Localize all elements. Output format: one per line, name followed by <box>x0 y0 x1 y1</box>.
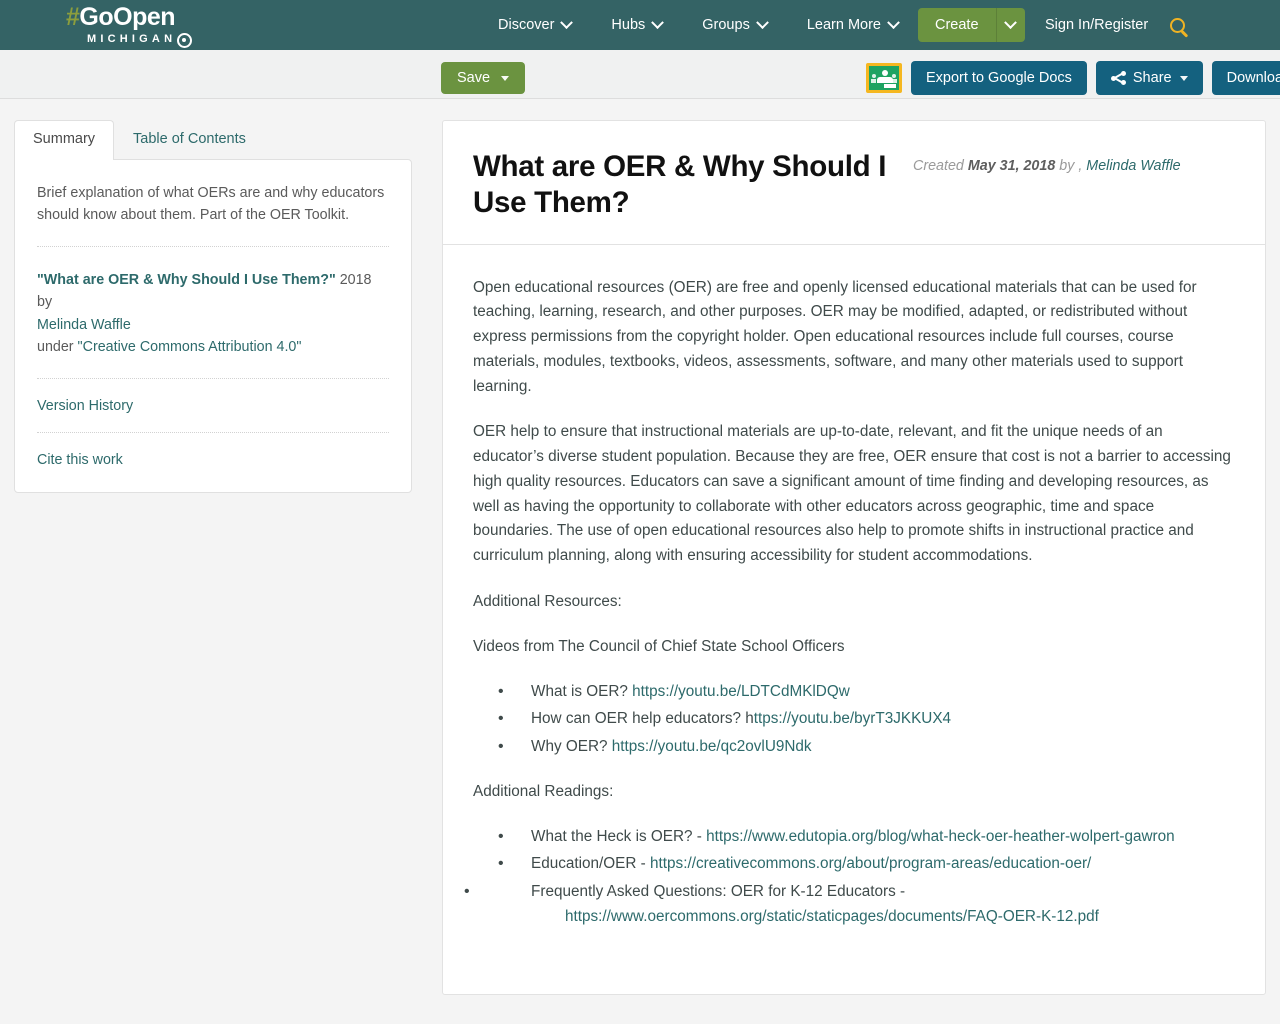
reading-link-3-url[interactable]: https://www.oercommons.org/static/static… <box>565 908 1099 925</box>
attribution-author-link[interactable]: Melinda Waffle <box>37 317 131 333</box>
create-button[interactable]: Create <box>918 8 996 42</box>
cite-this-work-row[interactable]: Cite this work <box>37 433 389 492</box>
attribution-title: "What are OER & Why Should I Use Them?" <box>37 272 336 289</box>
search-button[interactable] <box>1170 17 1185 33</box>
reading-link-2-url[interactable]: https://creativecommons.org/about/progra… <box>650 855 1091 872</box>
list-item: How can OER help educators? https://yout… <box>473 706 1235 732</box>
sidebar: Summary Table of Contents Brief explanat… <box>14 120 412 493</box>
reading-link-2-text: Education/OER - <box>531 855 651 873</box>
gc-head <box>882 70 888 76</box>
document-author-link[interactable]: Melinda Waffle <box>1086 158 1180 174</box>
list-item: Frequently Asked Questions: OER for K-12… <box>507 880 1235 930</box>
list-item: Education/OER - https://creativecommons.… <box>473 851 1235 877</box>
logo-subtitle: MICHIGAN <box>87 32 177 45</box>
tab-summary-label: Summary <box>33 131 96 147</box>
create-dropdown-toggle[interactable] <box>995 8 1025 42</box>
nav-item-learn-more-label: Learn More <box>806 17 881 33</box>
share-button[interactable]: Share <box>1095 61 1203 95</box>
gc-board <box>884 84 896 88</box>
video-links-list: What is OER? https://youtu.be/LDTCdMKlDQ… <box>473 679 1235 760</box>
search-icon <box>1170 17 1185 33</box>
paragraph-2: OER help to ensure that instructional ma… <box>473 423 1231 565</box>
paragraph-1: Open educational resources (OER) are fre… <box>473 278 1197 395</box>
tab-table-of-contents-label: Table of Contents <box>133 131 246 147</box>
additional-resources-heading: Additional Resources: <box>473 592 622 610</box>
download-button-label: Download <box>1226 70 1280 86</box>
additional-readings-heading: Additional Readings: <box>473 782 614 800</box>
reading-link-1-url[interactable]: https://www.edutopia.org/blog/what-heck-… <box>706 828 1175 845</box>
reading-links-list: What the Heck is OER? - https://www.edut… <box>473 824 1235 930</box>
video-link-2-text: How can OER help educators? h <box>531 710 754 728</box>
chevron-down-icon <box>651 15 665 29</box>
share-nodes-icon <box>1110 71 1126 85</box>
toolbar-actions: Export to Google Docs Share Download <box>866 61 1280 95</box>
page-title: What are OER & Why Should I Use Them? <box>473 150 887 220</box>
nav-item-hubs-label: Hubs <box>611 17 646 33</box>
summary-text: Brief explanation of what OERs are and w… <box>37 160 389 248</box>
export-button-label: Export to Google Docs <box>926 70 1072 86</box>
caret-down-icon <box>501 75 510 81</box>
sidebar-panel: Brief explanation of what OERs are and w… <box>14 159 412 493</box>
attribution-license-prefix: under <box>37 338 78 355</box>
video-link-3-text: Why OER? <box>531 738 612 756</box>
document-card: What are OER & Why Should I Use Them? Cr… <box>442 120 1266 995</box>
logo-wordmark: # GoOpen <box>66 2 192 31</box>
sidebar-tabs: Summary Table of Contents <box>14 120 412 160</box>
save-button-label: Save <box>457 70 491 86</box>
nav-item-learn-more[interactable]: Learn More <box>806 15 920 33</box>
top-navigation-bar: # GoOpen MICHIGAN Discover Hubs Groups Le… <box>0 0 1280 50</box>
nav-item-hubs[interactable]: Hubs <box>611 15 684 33</box>
target-icon <box>177 32 193 48</box>
document-byline: Created May 31, 2018 by , Melinda Waffle <box>913 149 1181 174</box>
nav-item-discover[interactable]: Discover <box>498 15 593 33</box>
videos-heading: Videos from The Council of Chief State S… <box>473 637 845 655</box>
sign-in-register-link[interactable]: Sign In/Register <box>1045 17 1148 33</box>
chevron-down-icon <box>1004 15 1017 29</box>
gc-body <box>877 77 893 83</box>
primary-nav: Discover Hubs Groups Learn More <box>498 15 938 33</box>
attribution-license-link[interactable]: "Creative Commons Attribution 4.0" <box>78 339 302 355</box>
reading-link-1-text: What the Heck is OER? - <box>531 827 707 845</box>
version-history-link[interactable]: Version History <box>37 398 133 414</box>
list-item: What is OER? https://youtu.be/LDTCdMKlDQ… <box>473 679 1235 705</box>
logo-hash: # <box>66 2 80 31</box>
by-label: by , <box>1055 158 1087 174</box>
version-history-row[interactable]: Version History <box>37 379 389 433</box>
chevron-down-icon <box>755 15 769 29</box>
video-link-1-url[interactable]: https://youtu.be/LDTCdMKlDQw <box>632 683 850 700</box>
tab-summary[interactable]: Summary <box>14 120 115 160</box>
download-button[interactable]: Download <box>1211 61 1280 95</box>
logo-subtitle-row: MICHIGAN <box>87 32 193 48</box>
gc-left-bar <box>871 79 876 83</box>
cite-this-work-link[interactable]: Cite this work <box>37 452 123 468</box>
created-date: May 31, 2018 <box>967 158 1056 174</box>
nav-item-groups[interactable]: Groups <box>702 15 789 33</box>
video-link-2-url[interactable]: ttps://youtu.be/byrT3JKKUX4 <box>754 710 951 727</box>
nav-item-groups-label: Groups <box>702 17 750 33</box>
tab-table-of-contents[interactable]: Table of Contents <box>114 120 265 159</box>
caret-down-icon <box>1179 75 1188 81</box>
chevron-down-icon <box>887 15 900 29</box>
save-button[interactable]: Save <box>441 62 526 94</box>
list-item: Why OER? https://youtu.be/qc2ovlU9Ndk <box>473 734 1235 760</box>
video-link-3-url[interactable]: https://youtu.be/qc2ovlU9Ndk <box>612 738 812 755</box>
create-button-group: Create <box>918 8 1025 42</box>
export-to-google-docs-button[interactable]: Export to Google Docs <box>911 61 1087 95</box>
nav-item-discover-label: Discover <box>498 17 555 33</box>
attribution-block: "What are OER & Why Should I Use Them?" … <box>37 247 389 379</box>
google-classroom-icon[interactable] <box>866 63 902 93</box>
page-body: Summary Table of Contents Brief explanat… <box>0 99 1280 1024</box>
reading-link-3-text: Frequently Asked Questions: OER for K-12… <box>531 883 906 901</box>
document-content: Open educational resources (OER) are fre… <box>443 245 1265 994</box>
share-button-label: Share <box>1132 70 1172 86</box>
video-link-1-text: What is OER? <box>531 682 633 700</box>
created-label: Created <box>913 158 968 174</box>
logo-name: GoOpen <box>79 2 176 31</box>
gc-left-dot <box>872 74 876 78</box>
list-item: What the Heck is OER? - https://www.edut… <box>473 824 1235 850</box>
chevron-down-icon <box>560 15 574 29</box>
document-header: What are OER & Why Should I Use Them? Cr… <box>443 121 1265 245</box>
site-logo[interactable]: # GoOpen MICHIGAN <box>66 2 193 48</box>
gc-right-dot <box>892 74 896 78</box>
